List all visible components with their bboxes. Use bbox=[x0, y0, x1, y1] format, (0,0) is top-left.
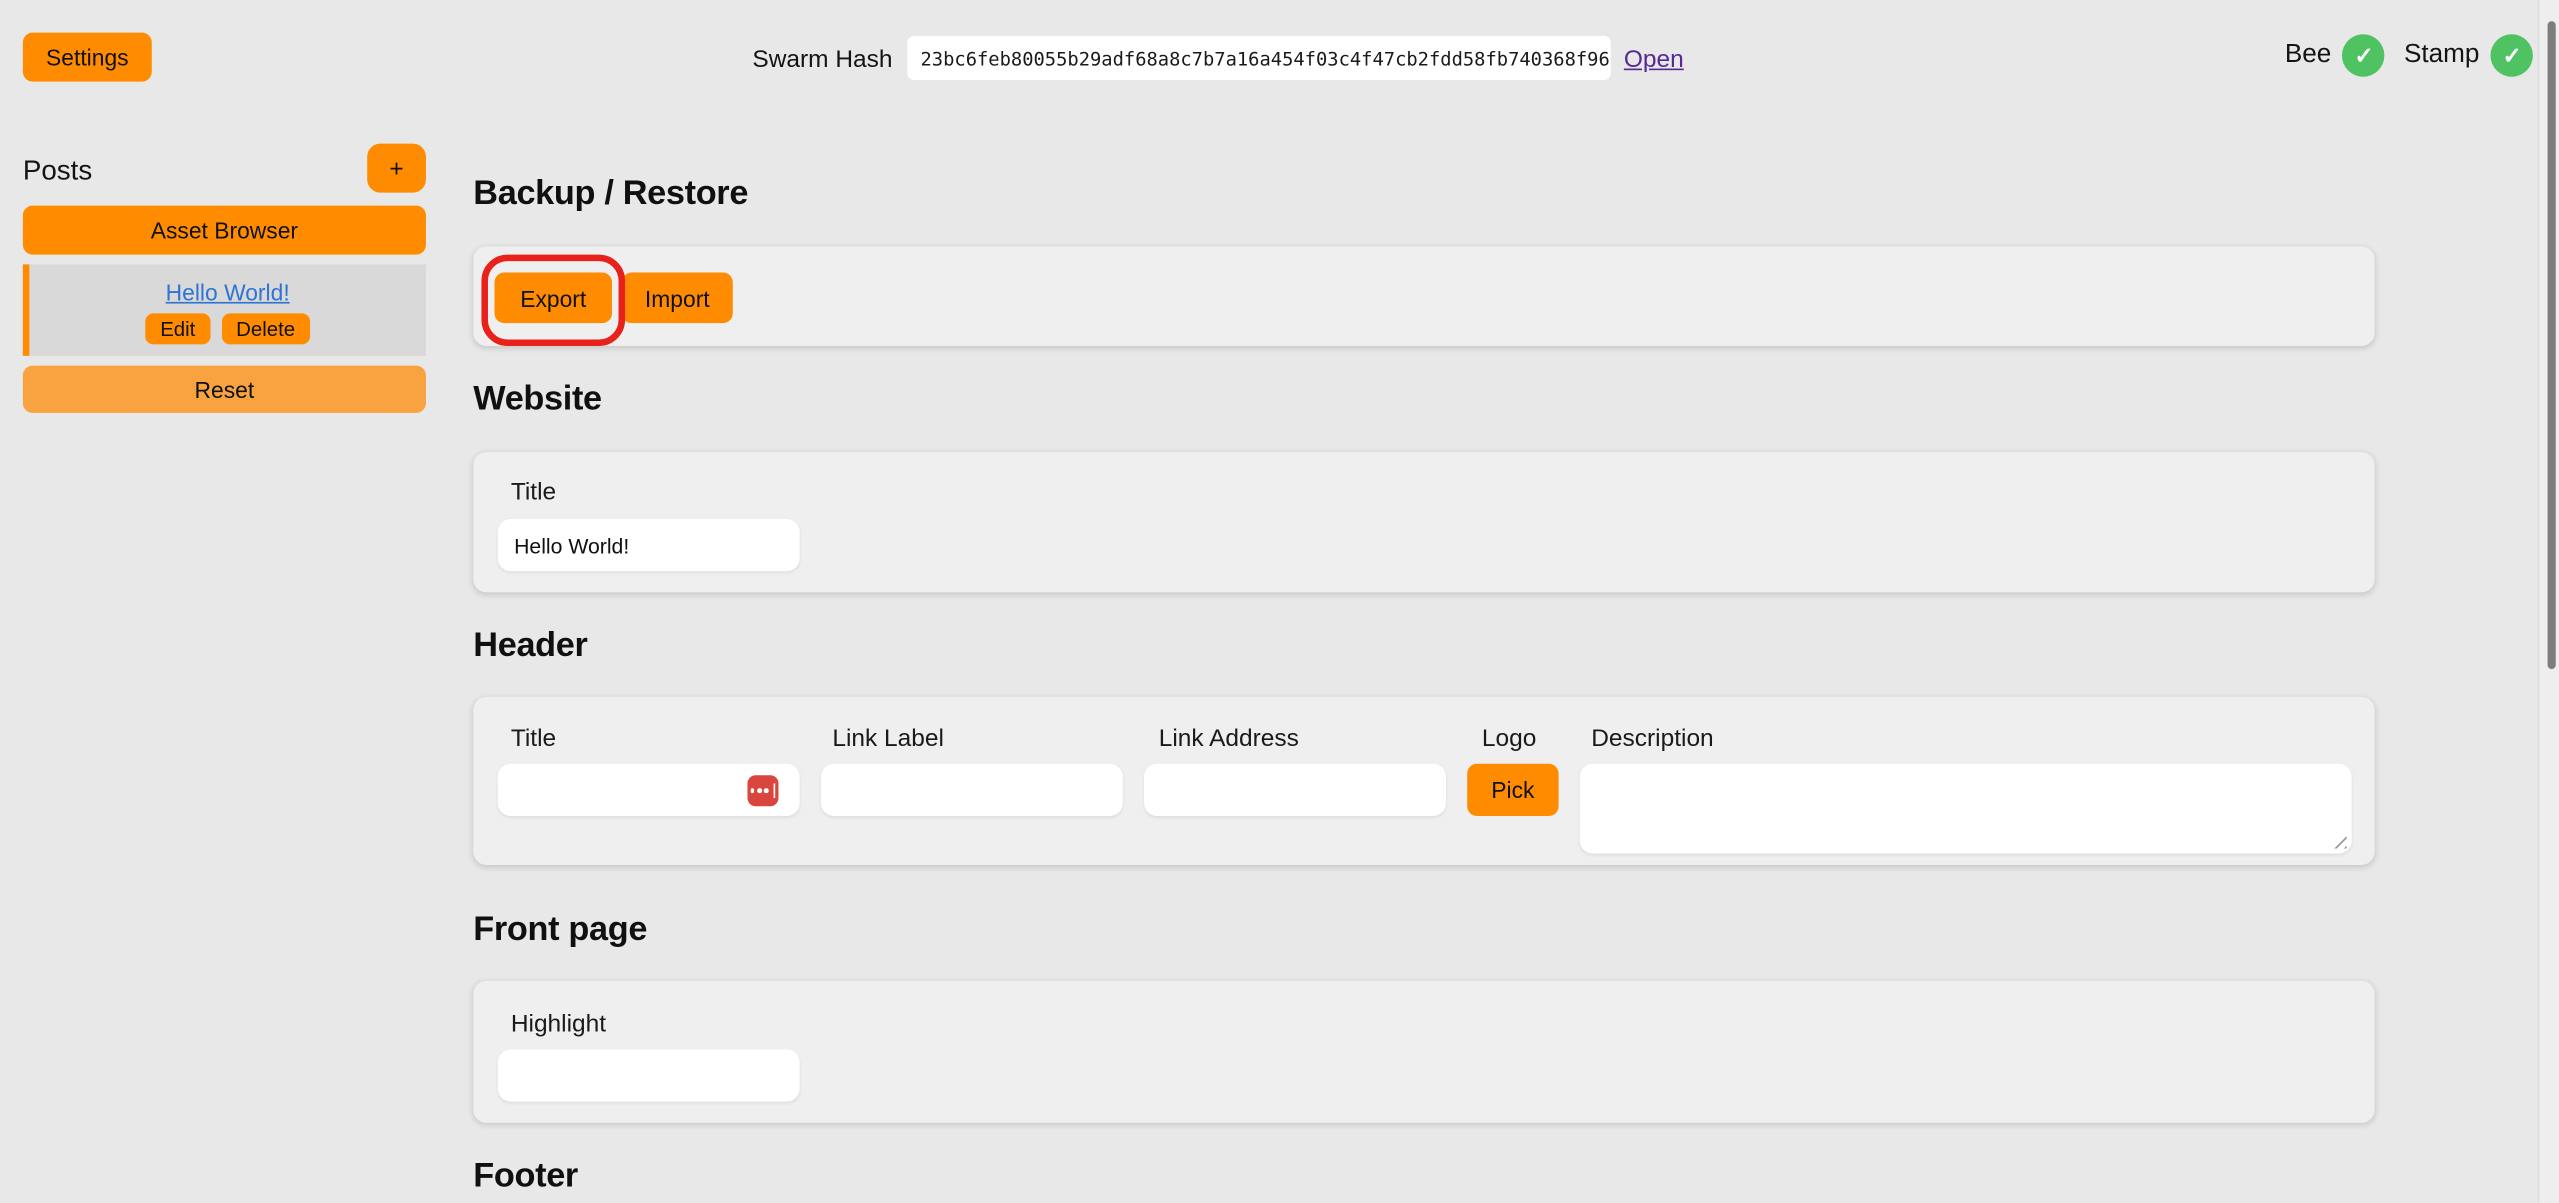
header-heading: Header bbox=[473, 628, 587, 662]
delete-post-button[interactable]: Delete bbox=[221, 313, 309, 344]
front-page-heading: Front page bbox=[473, 912, 647, 946]
link-address-input[interactable] bbox=[1144, 764, 1446, 816]
website-heading: Website bbox=[473, 382, 601, 416]
scrollbar-thumb[interactable] bbox=[2548, 21, 2556, 669]
link-address-label: Link Address bbox=[1159, 726, 1299, 750]
website-title-input[interactable] bbox=[498, 519, 800, 571]
topbar: Settings Swarm Hash Open Bee ✓ Stamp ✓ bbox=[0, 0, 2559, 114]
edit-post-button[interactable]: Edit bbox=[146, 313, 211, 344]
swarm-hash-label: Swarm Hash bbox=[752, 47, 892, 71]
footer-heading: Footer bbox=[473, 1159, 578, 1193]
sidebar: Posts + Asset Browser Hello World! Edit … bbox=[23, 142, 426, 1121]
highlight-input[interactable] bbox=[498, 1049, 800, 1101]
website-title-label: Title bbox=[511, 480, 556, 504]
export-button[interactable]: Export bbox=[495, 273, 613, 324]
front-page-card: Highlight bbox=[473, 981, 2374, 1123]
logo-label: Logo bbox=[1482, 726, 1536, 750]
asset-browser-button[interactable]: Asset Browser bbox=[23, 206, 426, 255]
add-post-button[interactable]: + bbox=[367, 144, 426, 193]
post-title-link[interactable]: Hello World! bbox=[166, 281, 290, 304]
backup-restore-heading: Backup / Restore bbox=[473, 176, 748, 210]
import-button[interactable]: Import bbox=[622, 273, 733, 324]
stamp-status: Stamp ✓ bbox=[2404, 34, 2533, 76]
bee-check-icon: ✓ bbox=[2343, 34, 2385, 76]
backup-restore-card: Export Import bbox=[473, 246, 2374, 346]
logo-pick-button[interactable]: Pick bbox=[1467, 764, 1558, 816]
swarm-hash-input[interactable] bbox=[907, 36, 1610, 80]
reset-button[interactable]: Reset bbox=[23, 366, 426, 413]
website-card: Title bbox=[473, 452, 2374, 592]
stamp-check-icon: ✓ bbox=[2491, 34, 2533, 76]
open-link[interactable]: Open bbox=[1624, 47, 1684, 71]
description-label: Description bbox=[1591, 726, 1713, 750]
bee-status: Bee ✓ bbox=[2285, 34, 2385, 76]
scrollbar-track[interactable] bbox=[2538, 0, 2559, 1203]
app-root: Settings Swarm Hash Open Bee ✓ Stamp ✓ P… bbox=[0, 0, 2559, 1203]
description-textarea[interactable] bbox=[1580, 764, 2352, 854]
settings-button[interactable]: Settings bbox=[23, 33, 152, 82]
post-list-item: Hello World! Edit Delete bbox=[23, 264, 426, 355]
header-title-label: Title bbox=[511, 726, 556, 750]
link-label-label: Link Label bbox=[832, 726, 944, 750]
link-label-input[interactable] bbox=[821, 764, 1123, 816]
posts-title: Posts bbox=[23, 157, 92, 185]
highlight-label: Highlight bbox=[511, 1012, 606, 1036]
header-card: Title Link Label Link Address Logo Descr… bbox=[473, 697, 2374, 865]
bee-status-label: Bee bbox=[2285, 42, 2331, 68]
stamp-status-label: Stamp bbox=[2404, 42, 2479, 68]
password-manager-icon[interactable] bbox=[747, 775, 778, 806]
